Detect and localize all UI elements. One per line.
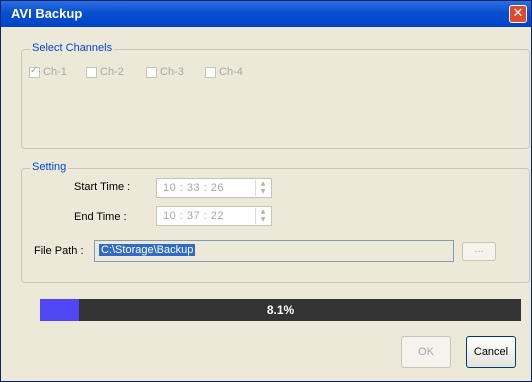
channel-checkbox-ch4[interactable]: Ch-4 <box>205 66 243 78</box>
end-time-value: 10 : 37 : 22 <box>163 210 225 222</box>
window-title: AVI Backup <box>11 6 83 21</box>
checkbox-icon[interactable] <box>86 66 97 78</box>
end-time-label: End Time : <box>74 211 127 223</box>
channel-label: Ch-3 <box>160 66 184 78</box>
avi-backup-dialog: AVI Backup ✕ Select Channels Ch-1 Ch-2 C… <box>0 0 532 382</box>
cancel-button[interactable]: Cancel <box>466 336 516 368</box>
start-time-spinner[interactable]: 10 : 33 : 26 ▲ ▼ <box>156 178 272 198</box>
browse-button[interactable]: ... <box>462 242 496 261</box>
select-channels-legend: Select Channels <box>30 42 115 54</box>
channel-checkbox-ch2[interactable]: Ch-2 <box>86 66 124 78</box>
channel-label: Ch-4 <box>219 66 243 78</box>
spin-down-icon[interactable]: ▼ <box>256 188 270 196</box>
file-path-field[interactable]: C:\Storage\Backup <box>94 240 454 262</box>
spin-down-icon[interactable]: ▼ <box>256 216 270 224</box>
spinner-arrows[interactable]: ▲ ▼ <box>255 180 270 196</box>
spinner-arrows[interactable]: ▲ ▼ <box>255 208 270 224</box>
channel-checkbox-ch1[interactable]: Ch-1 <box>29 65 67 78</box>
checkbox-icon[interactable] <box>146 66 157 78</box>
close-icon[interactable]: ✕ <box>509 5 527 23</box>
checkbox-icon[interactable] <box>205 66 216 78</box>
channel-label: Ch-1 <box>43 66 67 78</box>
title-bar: AVI Backup ✕ <box>1 1 531 27</box>
setting-legend: Setting <box>30 161 69 173</box>
file-path-value: C:\Storage\Backup <box>99 244 196 256</box>
spin-up-icon[interactable]: ▲ <box>256 180 270 188</box>
file-path-label: File Path : <box>34 245 84 257</box>
ok-button[interactable]: OK <box>401 336 451 368</box>
start-time-label: Start Time : <box>74 181 131 193</box>
checkbox-checked-icon[interactable] <box>29 65 40 78</box>
spin-up-icon[interactable]: ▲ <box>256 208 270 216</box>
progress-bar: 8.1% <box>40 299 521 321</box>
end-time-spinner[interactable]: 10 : 37 : 22 ▲ ▼ <box>156 206 272 226</box>
select-channels-group: Select Channels Ch-1 Ch-2 Ch-3 Ch-4 <box>21 42 530 149</box>
progress-text: 8.1% <box>266 303 295 317</box>
channel-checkbox-ch3[interactable]: Ch-3 <box>146 66 184 78</box>
start-time-value: 10 : 33 : 26 <box>163 182 225 194</box>
channel-label: Ch-2 <box>100 66 124 78</box>
